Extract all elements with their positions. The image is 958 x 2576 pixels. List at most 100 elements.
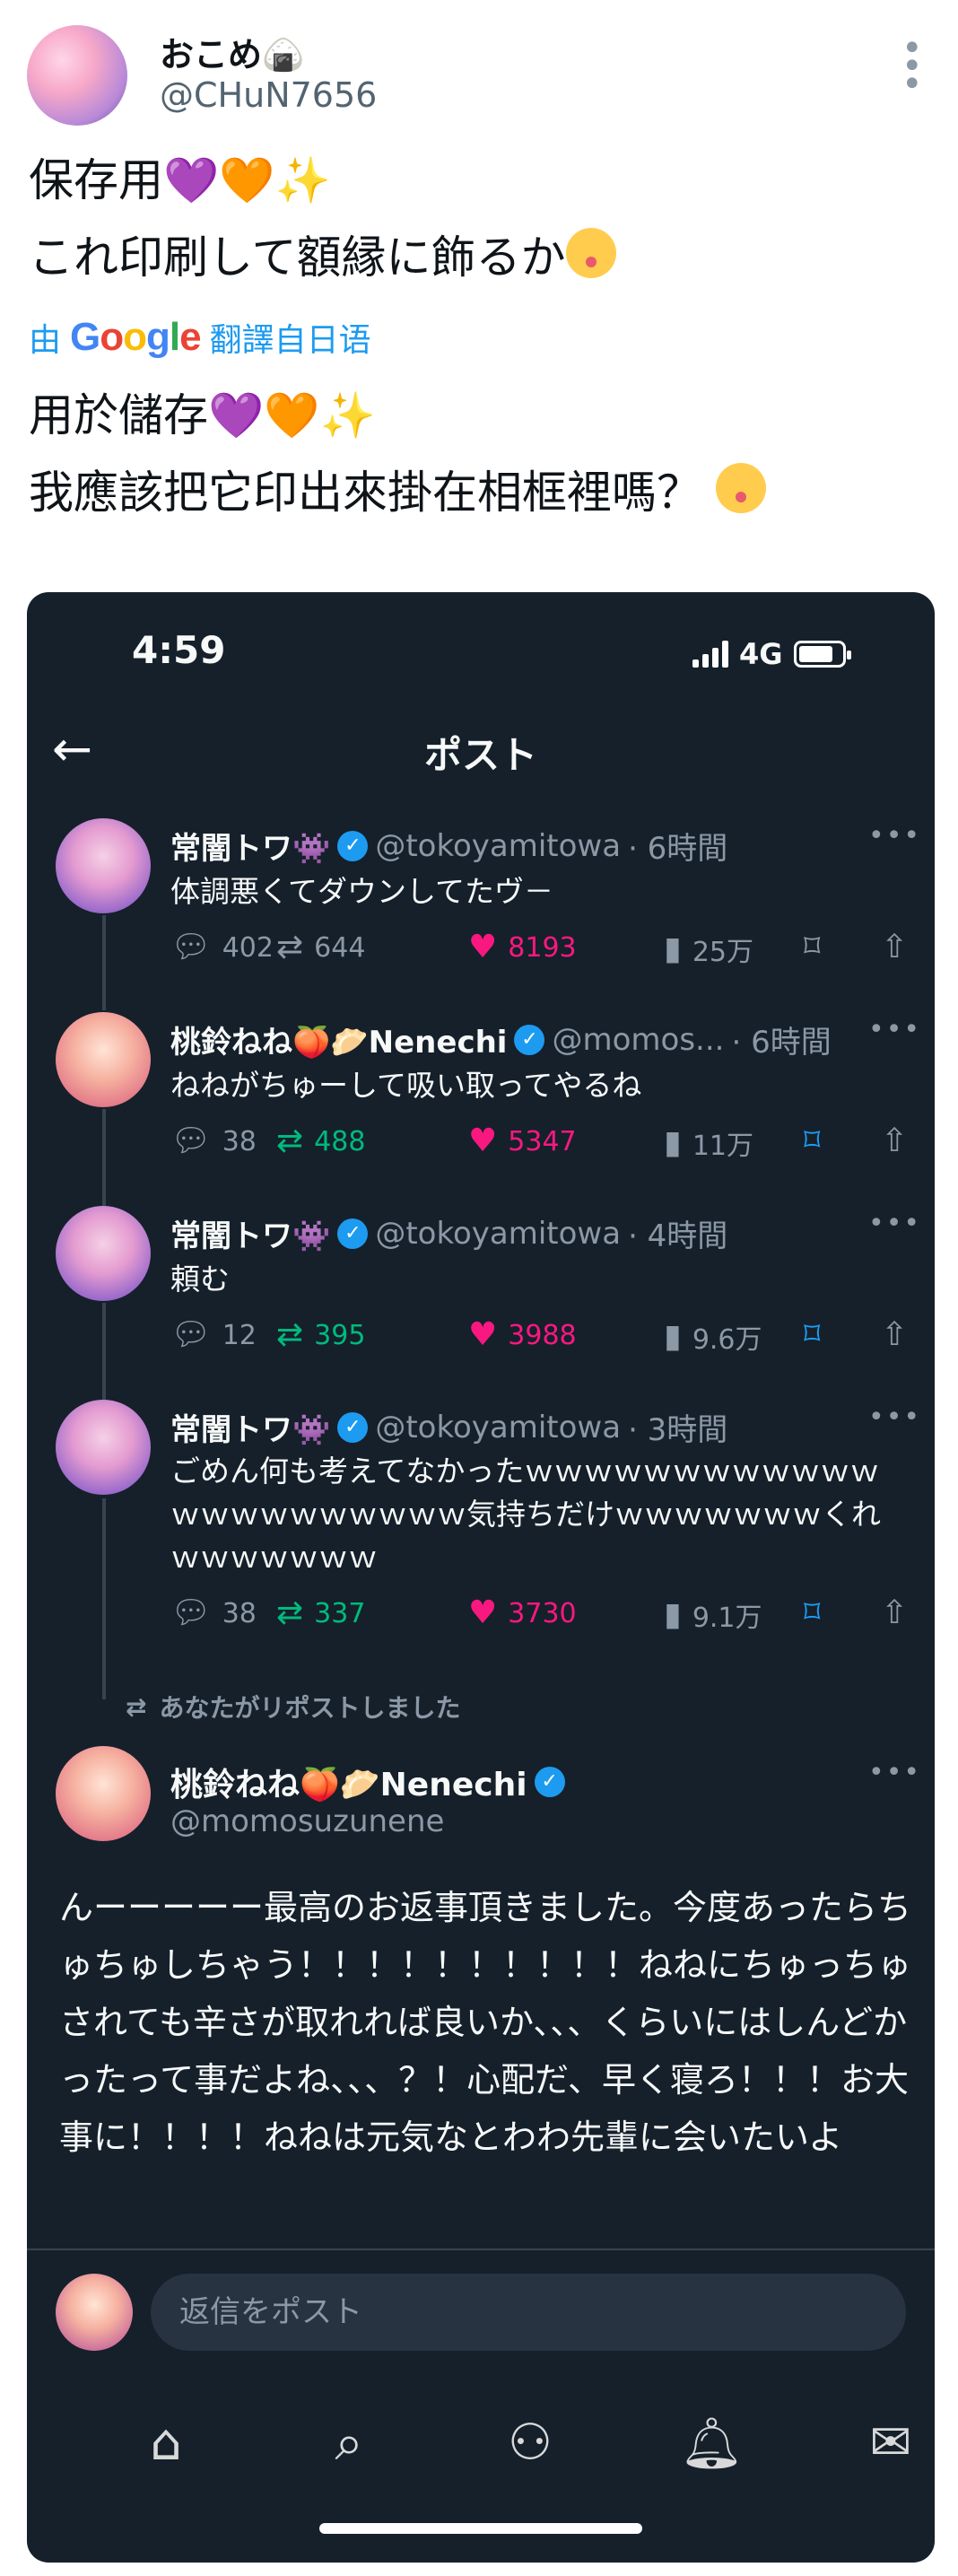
views-button[interactable]: ▮ 11万 bbox=[664, 1123, 753, 1163]
share-button[interactable]: ⇧ bbox=[881, 930, 908, 965]
like-count: 8193 bbox=[508, 931, 577, 964]
author-handle[interactable]: @tokoyamitowa bbox=[375, 1216, 621, 1252]
share-icon: ⇧ bbox=[881, 1316, 909, 1353]
repost-icon: ⇄ bbox=[276, 1594, 304, 1631]
reply-icon: 💬︎ bbox=[170, 1122, 212, 1159]
avatar[interactable] bbox=[56, 2274, 133, 2351]
bookmark-button[interactable]: ⌑ bbox=[804, 930, 820, 965]
author-name[interactable]: 常闇トワ👾 bbox=[170, 824, 330, 868]
author-handle[interactable]: @tokoyamitowa bbox=[375, 1410, 621, 1445]
embedded-screenshot[interactable]: 4:59 4G ← ポスト 常闇トワ👾 ✓ @tokoyamitowa · 6時… bbox=[27, 592, 935, 2563]
more-options-icon[interactable]: ••• bbox=[868, 1402, 921, 1433]
purple-heart-icon: 💜 bbox=[208, 389, 265, 441]
reply-button[interactable]: 💬︎ 12 bbox=[170, 1317, 257, 1353]
reply-icon: 💬︎ bbox=[170, 1316, 212, 1353]
views-count: 9.1万 bbox=[692, 1602, 762, 1634]
verified-badge-icon: ✓ bbox=[337, 1218, 369, 1249]
communities-icon[interactable]: ⚇ bbox=[499, 2414, 562, 2472]
avatar[interactable] bbox=[56, 1746, 151, 1841]
share-button[interactable]: ⇧ bbox=[881, 1317, 908, 1353]
views-button[interactable]: ▮ 9.6万 bbox=[664, 1317, 762, 1357]
reply-button[interactable]: 💬︎ 38 bbox=[170, 1123, 257, 1159]
share-button[interactable]: ⇧ bbox=[881, 1595, 908, 1631]
share-icon: ⇧ bbox=[881, 929, 909, 965]
more-options-icon[interactable]: ••• bbox=[868, 820, 921, 851]
author-handle[interactable]: @momosuzunene bbox=[170, 1803, 444, 1839]
bookmark-icon: ⌑ bbox=[804, 1122, 821, 1159]
repost-button[interactable]: ⇄ 395 bbox=[276, 1317, 365, 1353]
thread-connector bbox=[102, 1109, 106, 1206]
like-button[interactable]: ♥ 5347 bbox=[468, 1123, 577, 1159]
translation-suffix: 翻譯自日语 bbox=[209, 322, 371, 359]
like-button[interactable]: ♥ 3730 bbox=[468, 1595, 577, 1631]
author-name[interactable]: 桃鈴ねね🍑🥟Nenechi bbox=[170, 1017, 507, 1061]
author-name[interactable]: 常闇トワ👾 bbox=[170, 1211, 330, 1255]
views-button[interactable]: ▮ 9.1万 bbox=[664, 1595, 762, 1635]
heart-icon: ♥ bbox=[468, 1122, 498, 1159]
bookmark-button[interactable]: ⌑ bbox=[804, 1123, 820, 1159]
like-button[interactable]: ♥ 3988 bbox=[468, 1317, 577, 1353]
author-display-name[interactable]: おこめ🍙 bbox=[160, 27, 304, 76]
bookmark-button[interactable]: ⌑ bbox=[804, 1595, 820, 1631]
more-options-icon[interactable]: ••• bbox=[868, 1014, 921, 1045]
signal-icon bbox=[692, 641, 728, 668]
repost-count: 395 bbox=[314, 1319, 366, 1351]
reply-count: 38 bbox=[222, 1597, 257, 1629]
repost-count: 644 bbox=[314, 931, 366, 964]
repost-button[interactable]: ⇄ 488 bbox=[276, 1123, 365, 1159]
bookmark-button[interactable]: ⌑ bbox=[804, 1317, 820, 1353]
translated-text-fragment: 用於儲存 bbox=[29, 389, 208, 441]
views-button[interactable]: ▮ 25万 bbox=[664, 930, 753, 969]
tweet-text: 体調悪くてダウンしてたヴ－ bbox=[170, 874, 554, 909]
notifications-icon[interactable]: 🔔︎ bbox=[680, 2414, 744, 2473]
reply-button[interactable]: 💬︎ 402 bbox=[170, 930, 274, 965]
tweet-text-fragment: 保存用 bbox=[29, 154, 163, 206]
author-handle[interactable]: @momos... bbox=[552, 1022, 724, 1058]
translation-attribution[interactable]: 由 Google 翻譯自日语 bbox=[29, 314, 371, 361]
author-handle[interactable]: @CHuN7656 bbox=[160, 75, 377, 115]
avatar[interactable] bbox=[56, 1206, 151, 1301]
home-indicator[interactable] bbox=[319, 2523, 642, 2534]
views-icon: ▮ bbox=[664, 1596, 682, 1633]
home-icon[interactable]: ⌂ bbox=[135, 2414, 197, 2472]
more-options-icon[interactable]: ••• bbox=[868, 1208, 921, 1239]
avatar[interactable] bbox=[27, 25, 127, 126]
reply-input[interactable]: 返信をポスト bbox=[151, 2274, 906, 2351]
avatar[interactable] bbox=[56, 1400, 151, 1495]
avatar[interactable] bbox=[56, 818, 151, 913]
reply-icon: 💬︎ bbox=[170, 1594, 212, 1631]
repost-button[interactable]: ⇄ 337 bbox=[276, 1595, 365, 1631]
repost-count: 337 bbox=[314, 1597, 366, 1629]
tweet-header: 常闇トワ👾 ✓ @tokoyamitowa · 3時間 bbox=[170, 1405, 727, 1449]
heart-icon: ♥ bbox=[468, 929, 498, 965]
author-name[interactable]: 常闇トワ👾 bbox=[170, 1405, 330, 1449]
avatar[interactable] bbox=[56, 1012, 151, 1107]
verified-badge-icon: ✓ bbox=[337, 830, 369, 861]
kissing-face-icon bbox=[565, 228, 616, 278]
repost-icon: ⇄ bbox=[276, 1122, 304, 1159]
share-button[interactable]: ⇧ bbox=[881, 1123, 908, 1159]
tweet-actions: 💬︎ 38 ⇄ 488 ♥ 5347 ▮ 11万 ⌑ ⇧ bbox=[170, 1123, 924, 1163]
repost-count: 488 bbox=[314, 1125, 366, 1157]
more-options-icon[interactable]: ••• bbox=[868, 1757, 921, 1788]
tweet-actions: 💬︎ 38 ⇄ 337 ♥ 3730 ▮ 9.1万 ⌑ ⇧ bbox=[170, 1595, 924, 1635]
like-count: 3988 bbox=[508, 1319, 577, 1351]
author-name[interactable]: 桃鈴ねね🍑🥟Nenechi bbox=[170, 1759, 527, 1805]
search-icon[interactable]: ⌕ bbox=[318, 2414, 380, 2473]
share-icon: ⇧ bbox=[881, 1122, 909, 1159]
thread-connector bbox=[102, 1498, 106, 1699]
messages-icon[interactable]: ✉ bbox=[859, 2414, 922, 2472]
share-icon: ⇧ bbox=[881, 1594, 909, 1631]
tweet-text-line-1: 保存用💜🧡✨ bbox=[29, 142, 331, 219]
repost-button[interactable]: ⇄ 644 bbox=[276, 930, 365, 965]
like-count: 5347 bbox=[508, 1125, 577, 1157]
views-icon: ▮ bbox=[664, 1318, 682, 1355]
like-button[interactable]: ♥ 8193 bbox=[468, 930, 577, 965]
reply-count: 12 bbox=[222, 1319, 257, 1351]
tweet-text-fragment: これ印刷して額縁に飾るか bbox=[29, 231, 566, 284]
verified-badge-icon: ✓ bbox=[534, 1767, 565, 1797]
author-handle[interactable]: @tokoyamitowa bbox=[375, 828, 621, 864]
more-options-icon[interactable]: ••• bbox=[901, 31, 923, 102]
reply-button[interactable]: 💬︎ 38 bbox=[170, 1595, 257, 1631]
status-indicators: 4G bbox=[692, 637, 851, 671]
